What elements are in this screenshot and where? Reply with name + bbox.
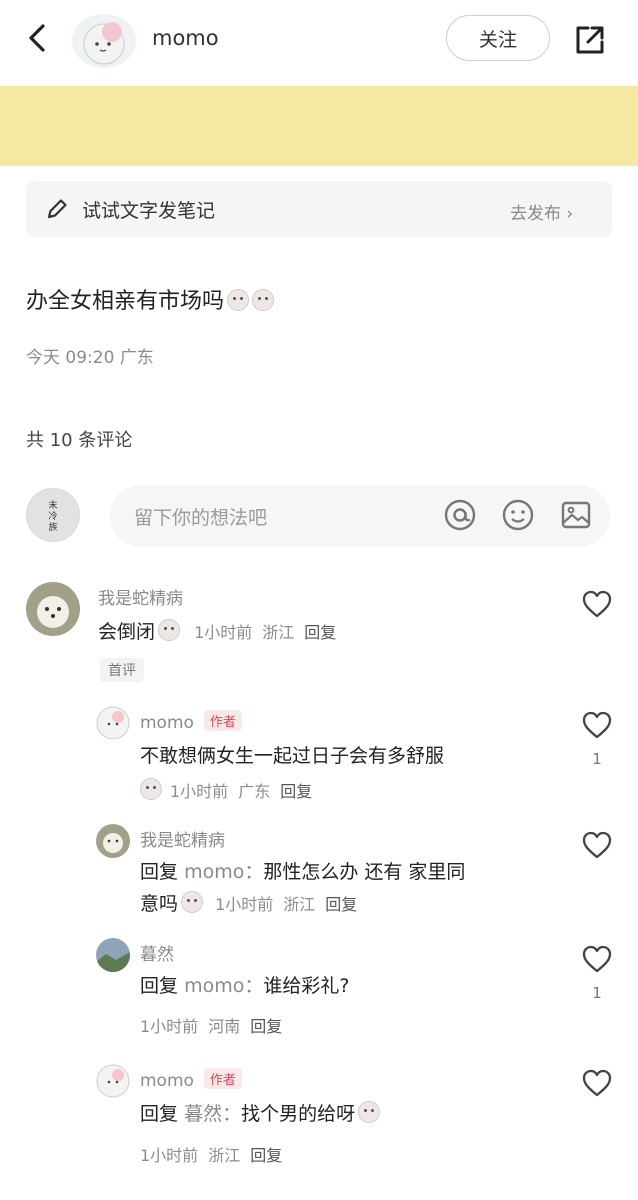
comment-input-placeholder[interactable]: 留下你的想法吧 (134, 503, 267, 530)
author-username[interactable]: momo (152, 26, 219, 50)
reply-target[interactable]: momo： (184, 975, 263, 997)
replier-avatar[interactable] (96, 706, 130, 740)
reply-link[interactable]: 回复 (304, 623, 336, 642)
emoji-icon (227, 289, 250, 311)
commenter-name[interactable]: 我是蛇精病 (98, 584, 183, 609)
reply-link[interactable]: 回复 (250, 1017, 282, 1036)
reply-meta: 1小时前 浙江 回复 (215, 895, 367, 914)
post-title-text: 办全女相亲有市场吗 (26, 289, 225, 314)
replier-avatar[interactable] (96, 1064, 130, 1098)
reply-location: 浙江 (283, 895, 316, 914)
reply-text: 回复 momo：谁给彩礼? (140, 970, 349, 1002)
publish-link[interactable]: 去发布 › (510, 199, 573, 224)
follow-button[interactable]: 关注 (446, 15, 550, 61)
pen-icon (47, 199, 67, 219)
replier-name[interactable]: 我是蛇精病 (140, 826, 225, 851)
text-note-prompt-label: 试试文字发笔记 (82, 200, 216, 222)
reply-link[interactable]: 回复 (280, 782, 312, 801)
note-banner (0, 86, 638, 166)
reply-text: 不敢想俩女生一起过日子会有多舒服 (140, 745, 445, 767)
replier-name[interactable]: 暮然 (140, 940, 174, 965)
reply-time: 1小时前 (140, 1146, 199, 1165)
svg-text:冷: 冷 (48, 510, 57, 522)
replier-name-row: momo 作者 (140, 1068, 242, 1091)
reply-time: 1小时前 (215, 895, 274, 914)
reply-body: 谁给彩礼? (263, 975, 350, 997)
reply-meta: 1小时前 河南 回复 (140, 1013, 292, 1037)
post-title: 办全女相亲有市场吗 (26, 283, 275, 315)
reply-meta: 1小时前 广东 回复 (140, 778, 322, 802)
comment-body: 会倒闭 (98, 621, 156, 643)
reply-prefix: 回复 (140, 975, 179, 997)
emoji-icon (140, 778, 162, 800)
like-count: 1 (592, 750, 602, 768)
replier-name[interactable]: momo (140, 713, 194, 733)
reply-body-line2: 意吗 (140, 893, 179, 915)
reply-target[interactable]: 暮然： (184, 1103, 241, 1125)
reply-location: 广东 (238, 782, 271, 801)
replier-avatar[interactable] (96, 824, 130, 858)
comment-text: 会倒闭 1小时前 浙江 回复 (98, 616, 346, 649)
author-avatar[interactable] (72, 14, 136, 68)
first-comment-badge: 首评 (100, 658, 144, 682)
post-location: 广东 (119, 348, 154, 368)
heart-icon[interactable] (581, 1068, 613, 1098)
post-meta: 今天 09:20 广东 (26, 343, 154, 368)
replier-avatar[interactable] (96, 938, 130, 972)
author-tag: 作者 (203, 1068, 242, 1089)
comment-location: 浙江 (262, 623, 295, 642)
share-icon[interactable] (570, 20, 610, 60)
back-chevron-icon[interactable] (18, 18, 58, 58)
heart-icon[interactable] (581, 710, 613, 740)
my-avatar[interactable]: 末 冷 族 (26, 488, 80, 542)
heart-icon[interactable] (581, 944, 613, 974)
like-count: 1 (592, 984, 602, 1002)
emoji-icon (252, 289, 275, 311)
reply-body: 找个男的给呀 (241, 1103, 356, 1125)
svg-text:族: 族 (48, 521, 57, 533)
svg-text:末: 末 (48, 499, 57, 511)
reply-body: 那性怎么办 还有 家里同 (263, 861, 466, 883)
reply-time: 1小时前 (140, 1017, 199, 1036)
reply-prefix: 回复 (140, 1103, 179, 1125)
reply-location: 浙江 (208, 1146, 241, 1165)
emoji-icon (181, 891, 204, 913)
reply-target[interactable]: momo： (184, 861, 263, 883)
emoji-icon (358, 1101, 381, 1123)
comment-meta: 1小时前 浙江 回复 (194, 623, 346, 642)
reply-link[interactable]: 回复 (250, 1146, 282, 1165)
reply-text: 回复 momo：那性怎么办 还有 家里同 (140, 856, 465, 888)
heart-icon[interactable] (581, 589, 613, 619)
reply-link[interactable]: 回复 (325, 895, 357, 914)
comment-count: 共 10 条评论 (26, 430, 133, 451)
replier-name[interactable]: momo (140, 1071, 194, 1091)
commenter-avatar[interactable] (26, 582, 80, 636)
reply-meta: 1小时前 浙江 回复 (140, 1142, 292, 1166)
reply-text-line2: 意吗 1小时前 浙江 回复 (140, 888, 367, 921)
post-time: 今天 09:20 (26, 348, 115, 368)
emoji-icon (158, 619, 181, 641)
reply-prefix: 回复 (140, 861, 179, 883)
heart-icon[interactable] (581, 830, 613, 860)
reply-time: 1小时前 (170, 782, 229, 801)
comment-time: 1小时前 (194, 623, 253, 642)
author-tag: 作者 (203, 710, 242, 731)
reply-text: 回复 暮然：找个男的给呀 (140, 1098, 381, 1130)
image-icon[interactable] (559, 498, 593, 532)
smiley-icon[interactable] (501, 498, 535, 532)
reply-location: 河南 (208, 1017, 241, 1036)
at-icon[interactable] (443, 498, 477, 532)
replier-name-row: momo 作者 (140, 710, 242, 733)
